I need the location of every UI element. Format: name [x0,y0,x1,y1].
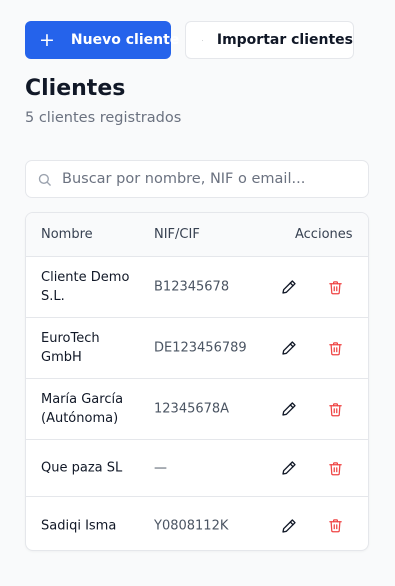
column-header-nif: NIF/CIF [154,227,200,242]
trash-icon [328,341,342,355]
import-clients-button[interactable]: Importar clientes [185,21,354,59]
edit-button[interactable] [279,516,299,536]
client-count: 5 clientes registrados [25,110,182,126]
search-input[interactable] [60,170,354,188]
client-nif: 12345678A [154,401,230,417]
client-nif: B12345678 [154,279,230,295]
client-name: EuroTech GmbH [41,331,100,365]
clients-table: Nombre NIF/CIF Acciones Cliente Demo S.L… [25,212,369,551]
delete-button[interactable] [325,399,345,419]
pencil-icon [282,341,296,355]
new-client-button[interactable]: + Nuevo cliente [25,21,179,59]
table-row: María García (Autónoma) 12345678A [26,379,368,440]
edit-button[interactable] [279,277,299,297]
trash-icon [328,461,342,475]
delete-button[interactable] [325,277,345,297]
edit-button[interactable] [279,399,299,419]
table-row: EuroTech GmbH DE123456789 [26,318,368,379]
client-name: Que paza SL [41,460,123,476]
column-header-actions: Acciones [295,227,353,242]
trash-icon [328,402,342,416]
client-name: Cliente Demo S.L. [41,270,130,304]
trash-icon [328,280,342,294]
table-header: Nombre NIF/CIF Acciones [26,213,368,257]
client-nif: Y0808112K [154,518,229,533]
new-client-label: Nuevo cliente [70,32,180,48]
pencil-icon [282,280,296,294]
delete-button[interactable] [325,458,345,478]
client-nif: — [154,460,167,476]
table-row: Que paza SL — [26,440,368,497]
client-name: María García (Autónoma) [41,392,124,426]
pencil-icon [282,518,296,533]
client-nif: DE123456789 [154,340,247,356]
trash-icon [328,519,342,533]
edit-button[interactable] [279,458,299,478]
pencil-icon [282,461,296,475]
plus-icon: + [39,28,55,51]
upload-icon [202,39,203,41]
delete-button[interactable] [325,338,345,358]
table-row: Sadiqi Isma Y0808112K [26,497,368,550]
import-clients-label: Importar clientes [216,32,353,48]
search-box [25,160,369,198]
pencil-icon [282,402,296,416]
search-icon [38,173,51,186]
table-row: Cliente Demo S.L. B12345678 [26,257,368,318]
edit-button[interactable] [279,338,299,358]
client-name: Sadiqi Isma [41,518,117,533]
column-header-name: Nombre [41,227,93,242]
page-title: Clientes [25,76,126,101]
delete-button[interactable] [325,516,345,536]
